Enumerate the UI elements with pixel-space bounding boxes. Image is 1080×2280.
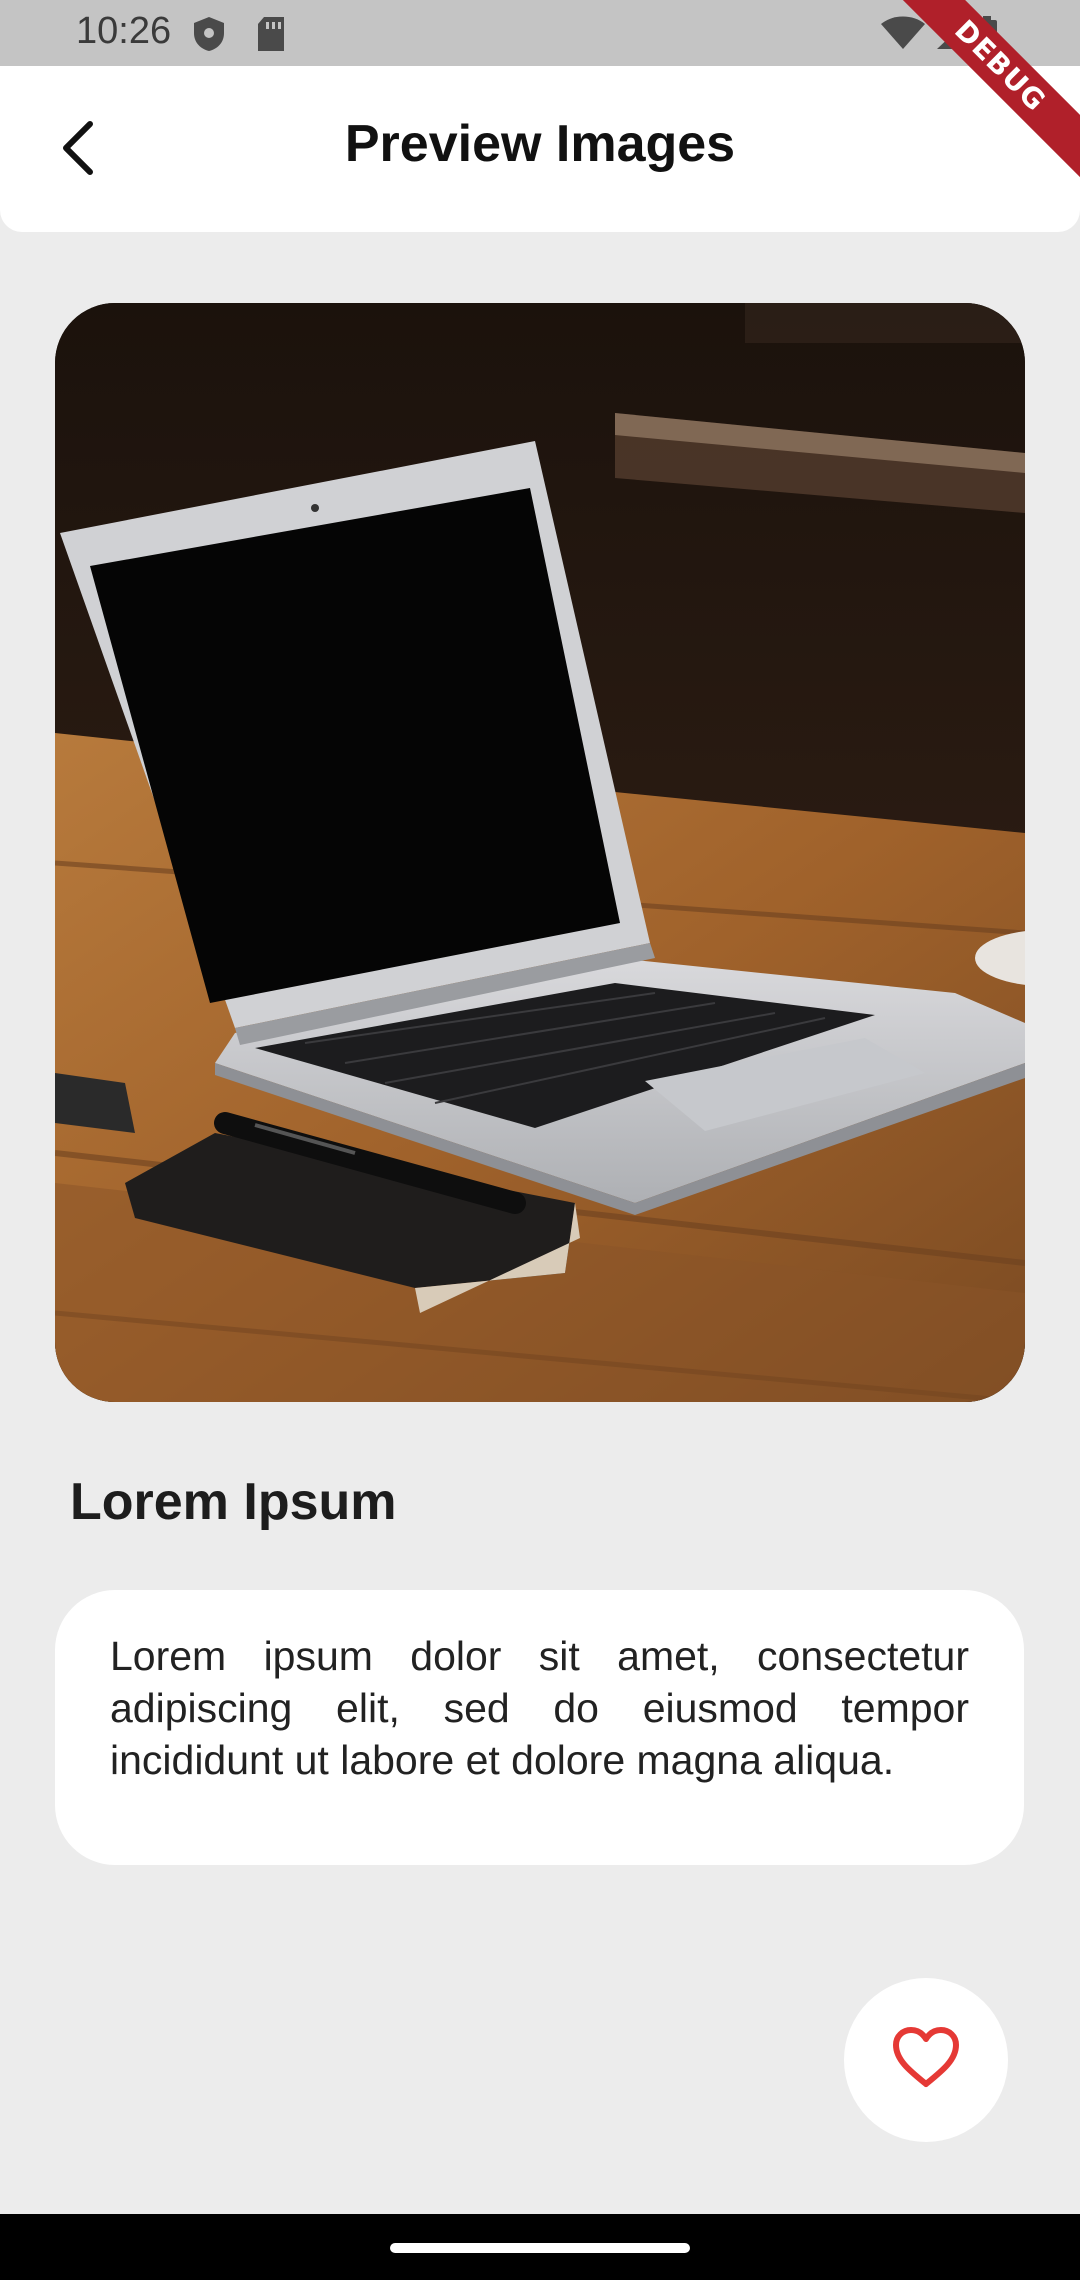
status-time: 10:26 bbox=[76, 10, 172, 52]
home-indicator[interactable] bbox=[390, 2243, 690, 2253]
preview-image[interactable] bbox=[55, 303, 1025, 1402]
screen: 10:26 DEBUG Preview Images Lorem Ipsum L… bbox=[0, 0, 1080, 2280]
item-title: Lorem Ipsum bbox=[70, 1473, 397, 1531]
page-title: Preview Images bbox=[344, 115, 736, 173]
sd-card-icon bbox=[256, 16, 286, 57]
description-card: Lorem ipsum dolor sit amet, consectetur … bbox=[55, 1590, 1024, 1865]
heart-outline-icon bbox=[890, 2026, 962, 2095]
wifi-icon bbox=[880, 16, 926, 55]
description-text: Lorem ipsum dolor sit amet, consectetur … bbox=[110, 1633, 969, 1783]
favorite-button[interactable] bbox=[844, 1978, 1008, 2142]
shield-icon bbox=[192, 16, 226, 57]
app-bar: Preview Images bbox=[0, 66, 1080, 232]
navigation-bar bbox=[0, 2214, 1080, 2280]
laptop-photo bbox=[55, 303, 1025, 1402]
